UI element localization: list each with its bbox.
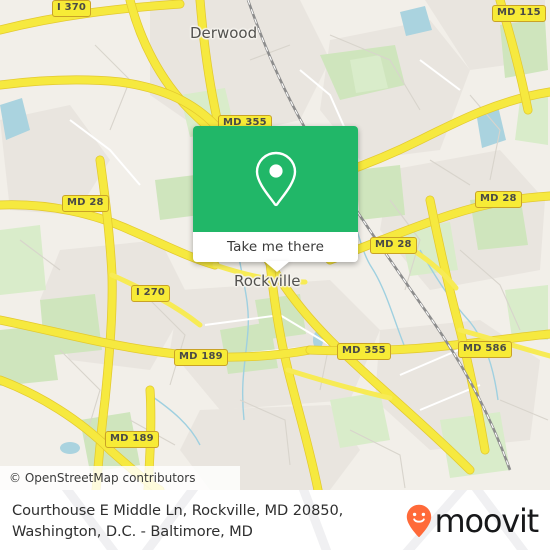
take-me-there-button[interactable]: Take me there: [193, 232, 358, 262]
location-address: Courthouse E Middle Ln, Rockville, MD 20…: [12, 500, 392, 542]
road-shield-md28-east: MD 28: [475, 191, 522, 208]
road-shield-md189-south: MD 189: [105, 431, 159, 448]
popup-pin-area: [193, 126, 358, 232]
openstreetmap-attribution: © OpenStreetMap contributors: [9, 471, 196, 485]
road-shield-md586: MD 586: [458, 341, 512, 358]
map-attribution-bar: © OpenStreetMap contributors: [0, 466, 240, 490]
moovit-map-screenshot: .land { fill:#f2efe9; } .resid { fill:#e…: [0, 0, 550, 550]
address-line-1: Courthouse E Middle Ln, Rockville, MD 20…: [12, 502, 344, 519]
location-popup-card[interactable]: Take me there: [193, 126, 358, 262]
map-canvas[interactable]: .land { fill:#f2efe9; } .resid { fill:#e…: [0, 0, 550, 490]
road-shield-md355-south: MD 355: [337, 343, 391, 360]
road-shield-md28-center: MD 28: [370, 237, 417, 254]
footer-bar: Courthouse E Middle Ln, Rockville, MD 20…: [0, 490, 550, 550]
moovit-smiley-pin-icon: [407, 504, 432, 537]
moovit-wordmark: moovit: [434, 502, 539, 540]
road-shield-i270: I 270: [131, 285, 171, 302]
road-shield-md115: MD 115: [492, 5, 546, 22]
road-shield-i370: I 370: [52, 0, 92, 17]
moovit-logo[interactable]: moovit: [406, 502, 539, 540]
take-me-there-label: Take me there: [227, 239, 324, 255]
location-pin-icon: [255, 151, 296, 207]
road-shield-md189-center: MD 189: [174, 349, 228, 366]
popup-pointer-tail: [264, 261, 290, 272]
road-shield-md28-west: MD 28: [62, 195, 109, 212]
address-line-2: Washington, D.C. - Baltimore, MD: [12, 523, 253, 540]
